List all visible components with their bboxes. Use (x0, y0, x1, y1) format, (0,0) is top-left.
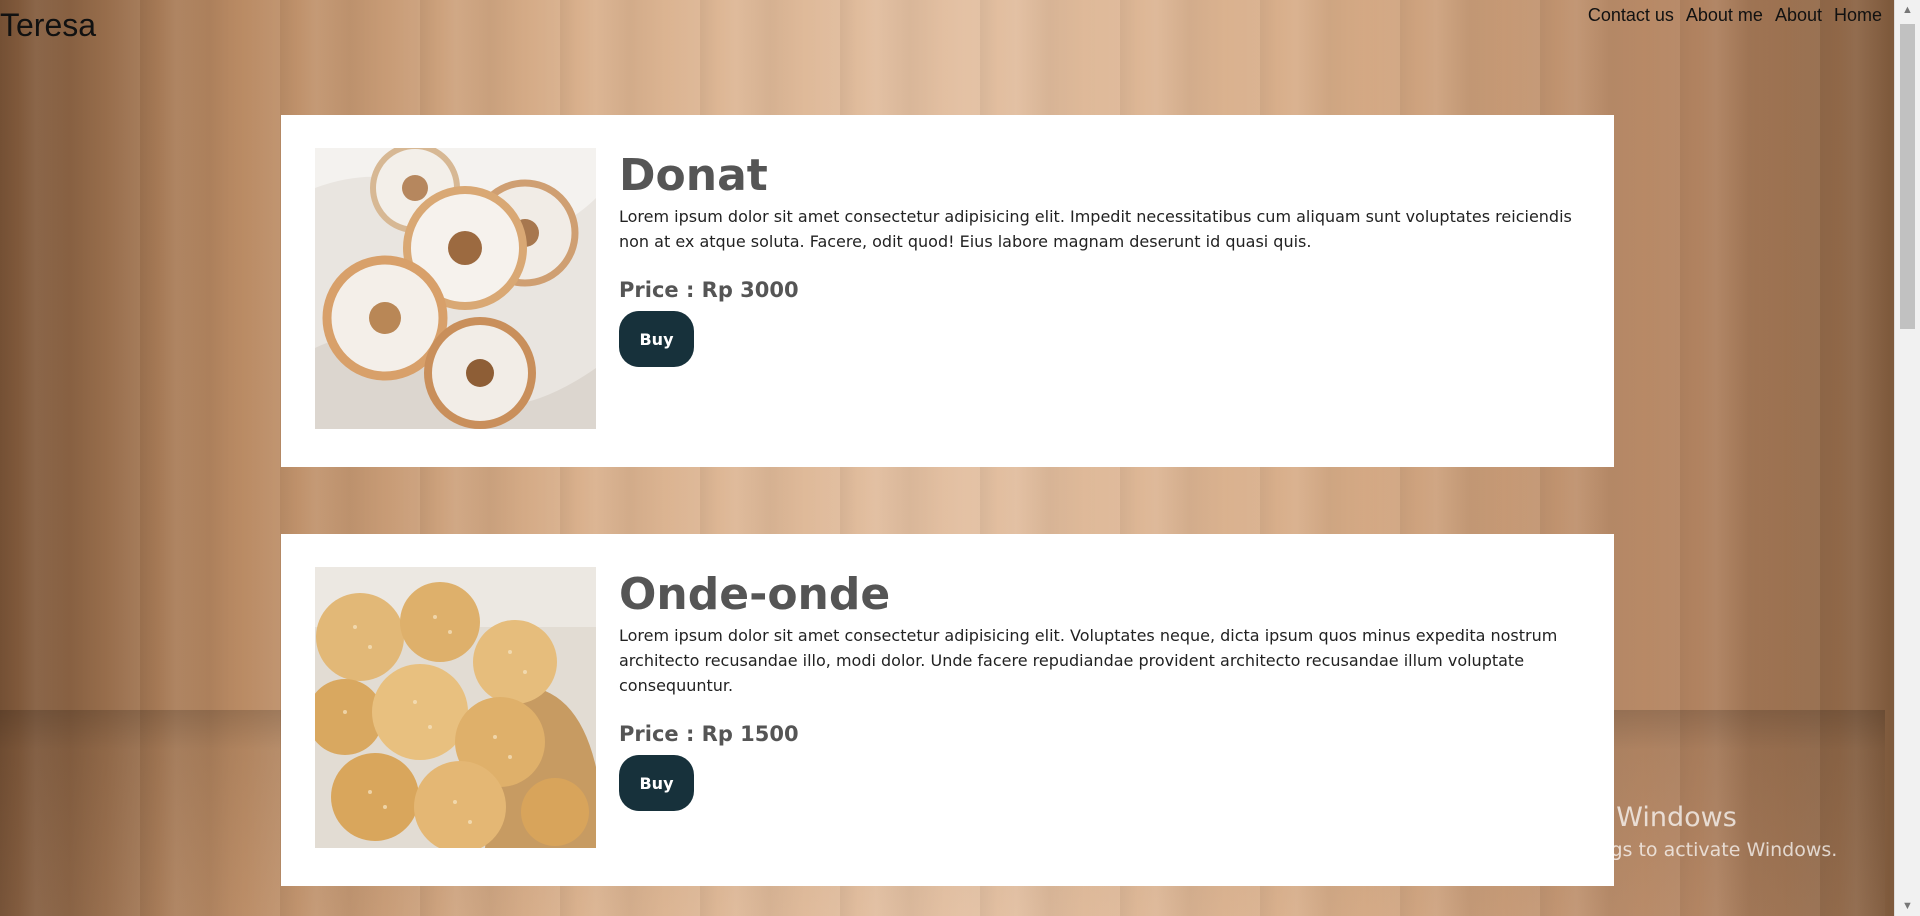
activate-windows-watermark: Activate Windows Go to Settings to activ… (1497, 800, 1837, 864)
onde-onde-illustration (315, 567, 596, 848)
product-price: Price : Rp 3000 (619, 278, 799, 302)
watermark-line-1: Activate Windows (1497, 802, 1737, 833)
nav-about[interactable]: About (1775, 3, 1822, 27)
product-card-donat: Donat Lorem ipsum dolor sit amet consect… (281, 115, 1614, 467)
product-title: Onde-onde (619, 569, 891, 620)
product-price: Price : Rp 1500 (619, 722, 799, 746)
watermark-line-2: Go to Settings to activate Windows. (1497, 839, 1838, 861)
onde-onde-image (315, 567, 596, 848)
nav-contact-us[interactable]: Contact us (1588, 3, 1674, 27)
site-brand[interactable]: Teresa (0, 6, 96, 44)
donut-image (315, 148, 596, 429)
product-description: Lorem ipsum dolor sit amet consectetur a… (619, 207, 1572, 251)
top-nav: Contact us About me About Home (1588, 3, 1882, 27)
donut-illustration (315, 148, 596, 429)
buy-button[interactable]: Buy (619, 755, 694, 811)
scroll-up-icon[interactable]: ▲ (1895, 0, 1920, 20)
scroll-thumb[interactable] (1900, 24, 1915, 329)
product-info: Onde-onde Lorem ipsum dolor sit amet con… (619, 567, 1576, 811)
product-card-onde-onde: Onde-onde Lorem ipsum dolor sit amet con… (281, 534, 1614, 886)
buy-button[interactable]: Buy (619, 311, 694, 367)
vertical-scrollbar[interactable]: ▲ ▼ (1894, 0, 1920, 916)
product-info: Donat Lorem ipsum dolor sit amet consect… (619, 148, 1576, 367)
scroll-down-icon[interactable]: ▼ (1895, 896, 1920, 916)
product-description: Lorem ipsum dolor sit amet consectetur a… (619, 626, 1558, 695)
nav-home[interactable]: Home (1834, 3, 1882, 27)
product-title: Donat (619, 150, 768, 201)
nav-about-me[interactable]: About me (1686, 3, 1763, 27)
